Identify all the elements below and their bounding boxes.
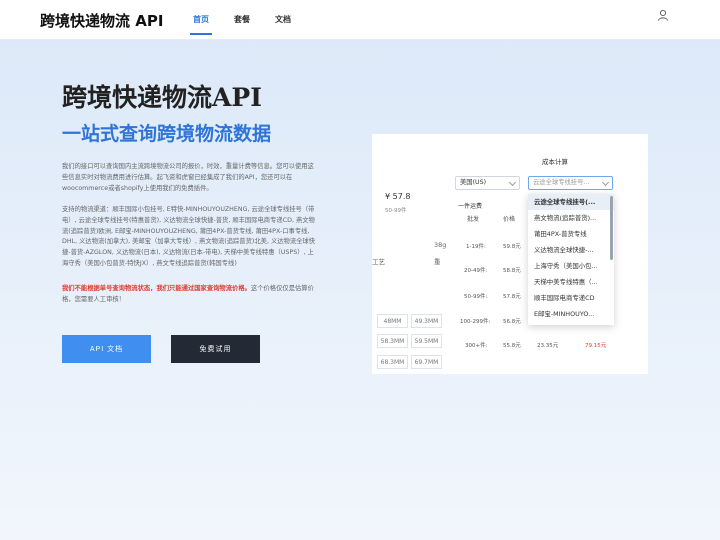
dim-cell: 69.7MM (411, 355, 442, 369)
disclaimer-paragraph: 我们不能根据单号查询物流状态，我们只能通过国家查询物流价格。这个价格仅仅是估算价… (62, 284, 316, 306)
tier-range: 300+件: (465, 343, 488, 349)
dropdown-option[interactable]: E邮宝-MINHOUYO... (528, 306, 614, 322)
dropdown-option[interactable]: 顺丰国际电商专递CD (528, 290, 614, 306)
tier-range: 1-19件: (466, 244, 486, 250)
chevron-down-icon (601, 178, 610, 187)
dropdown-option[interactable]: 燕文物流(追踪普货)... (528, 210, 614, 226)
tier-range: 100-299件: (460, 319, 491, 325)
channels-paragraph: 支持的物流渠道：顺丰国际小包挂号, E特快-MINHOUYOUZHENG, 云途… (62, 206, 316, 268)
nav-home[interactable]: 首页 (193, 14, 209, 25)
nav-docs[interactable]: 文档 (275, 14, 291, 25)
dropdown-option[interactable]: 上海守秀（美国小包... (528, 258, 614, 274)
tier-grand-total: 79.15元 (585, 343, 607, 349)
tier-range: 20-49件: (464, 268, 488, 274)
tier-sub-total: 23.35元 (537, 343, 559, 349)
free-trial-button[interactable]: 免费试用 (171, 335, 260, 363)
hero-title: 跨境快递物流API (62, 83, 262, 112)
tier-price: 55.8元 (503, 343, 521, 349)
col-batch-header: 批发 (467, 216, 480, 223)
chevron-down-icon (508, 178, 517, 187)
dim-cell: 48MM (377, 314, 408, 328)
unit-price-range: 50-99件 (385, 208, 407, 214)
warning-text: 我们不能根据单号查询物流状态，我们只能通过国家查询物流价格。 (62, 285, 251, 292)
col-price-header: 价格 (503, 216, 516, 223)
intro-paragraph: 我们的接口可以查询国内主流跨境物流公司的报价，时效，重量计费等信息。您可以使用这… (62, 163, 314, 192)
dropdown-option[interactable]: 莆田4PX-普货专线 (528, 226, 614, 242)
tier-price: 59.8元 (503, 244, 521, 250)
channel-select[interactable]: 云途全球专线挂号... (528, 176, 613, 190)
dim-cell: 49.3MM (411, 314, 442, 328)
channel-select-placeholder: 云途全球专线挂号... (533, 179, 590, 186)
cost-calc-label: 成本计算 (542, 158, 568, 166)
nav-plans[interactable]: 套餐 (234, 14, 250, 25)
country-select[interactable]: 美国(US) (455, 176, 520, 190)
tier-range: 50-99件: (464, 294, 488, 300)
dim-cell: 58.3MM (377, 334, 408, 348)
hero-subtitle: 一站式查询跨境物流数据 (62, 123, 272, 145)
dim-cell: 59.5MM (411, 334, 442, 348)
top-navbar: 跨境快递物流 API 首页 套餐 文档 (0, 0, 720, 40)
unit-price: ¥ 57.8 (385, 192, 411, 201)
user-icon[interactable] (657, 9, 669, 21)
channel-dropdown-menu: 云途全球专线挂号(... 燕文物流(追踪普货)... 莆田4PX-普货专线 义达… (528, 194, 614, 325)
nav-active-indicator (190, 33, 212, 35)
tier-price: 58.8元 (503, 268, 521, 274)
tier-price: 57.8元 (503, 294, 521, 300)
country-select-value: 美国(US) (460, 179, 487, 186)
shipping-section-label: 一件运费 (458, 203, 483, 210)
dropdown-option[interactable]: 云途全球专线挂号(... (528, 194, 614, 210)
brand-logo[interactable]: 跨境快递物流 API (40, 10, 163, 31)
dropdown-scrollbar[interactable] (610, 196, 613, 260)
dropdown-option[interactable]: 天梯中美专线特惠（... (528, 274, 614, 290)
dim-cell: 68.3MM (377, 355, 408, 369)
dropdown-option[interactable]: 义达物流全球快捷-... (528, 242, 614, 258)
tier-price: 56.8元 (503, 319, 521, 325)
api-docs-button[interactable]: API 文档 (62, 335, 151, 363)
